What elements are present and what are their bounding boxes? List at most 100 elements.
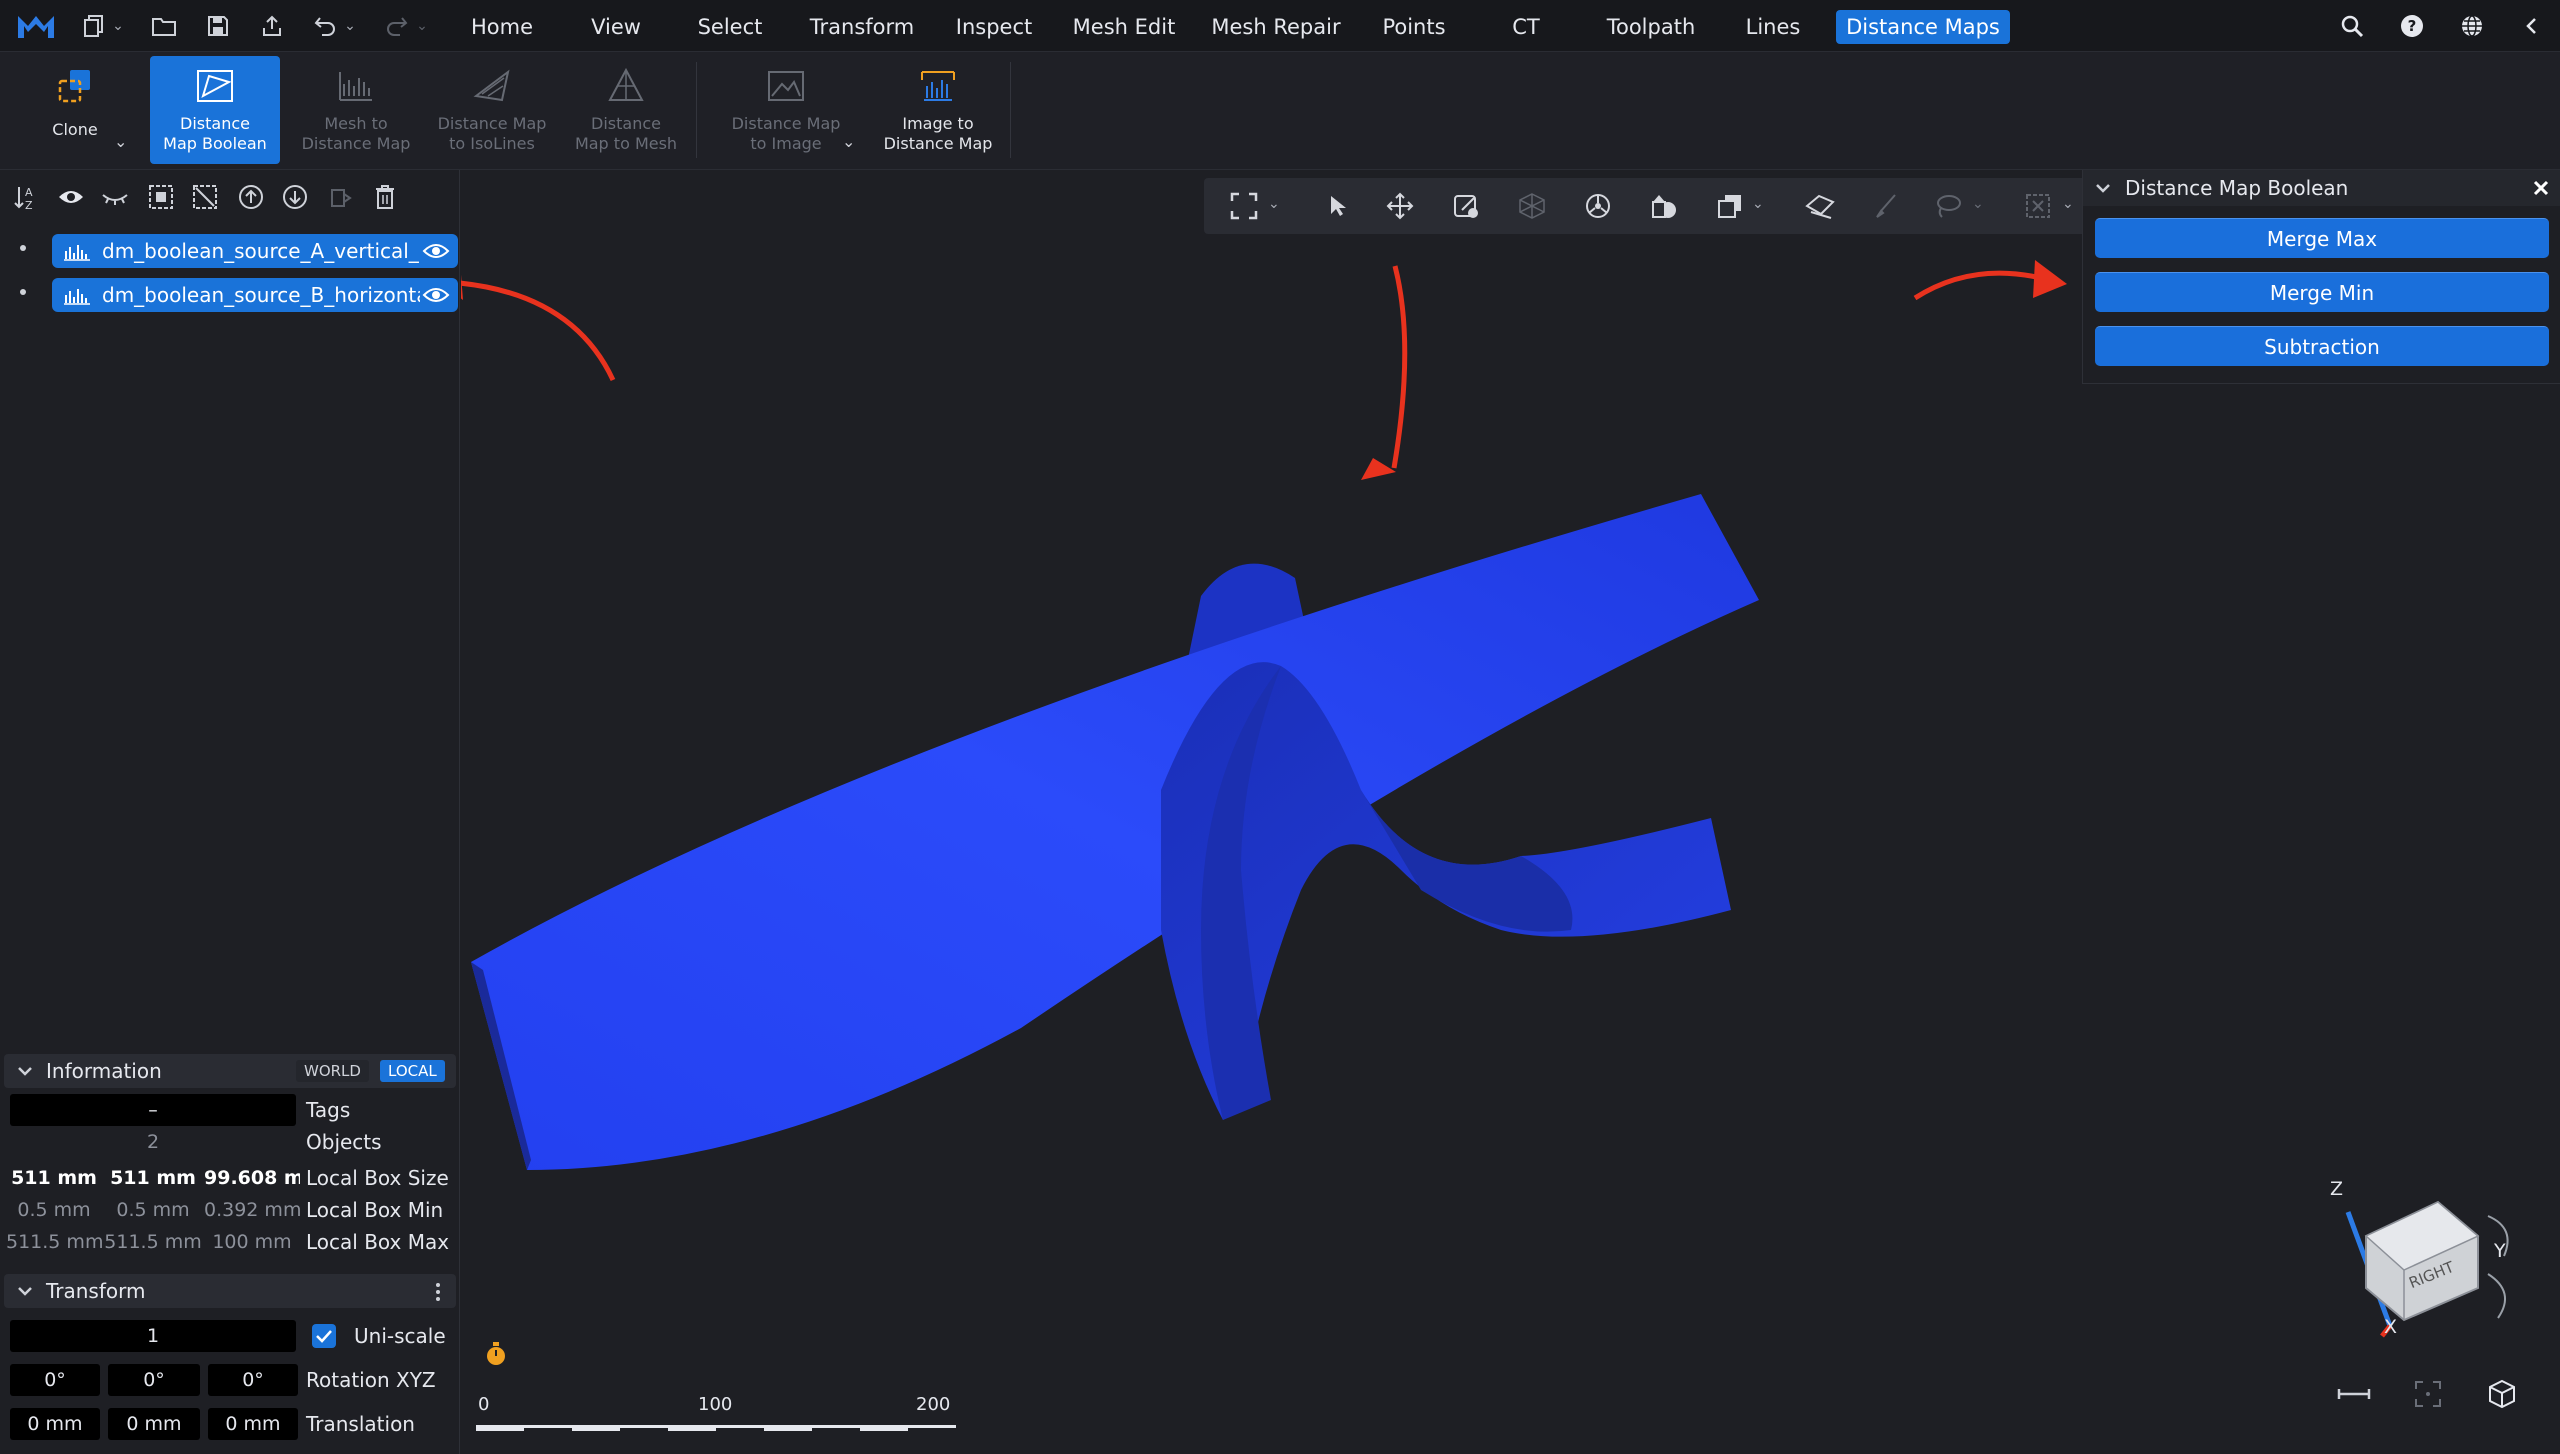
list-item[interactable]: dm_boolean_source_A_vertical_r bbox=[10, 234, 458, 268]
clone-label: Clone bbox=[52, 120, 98, 139]
new-dropdown-chevron-icon[interactable]: ⌄ bbox=[110, 16, 126, 36]
image-to-distance-map-button[interactable]: Image to Distance Map bbox=[874, 56, 1002, 164]
axis-z-label: Z bbox=[2330, 1178, 2344, 1200]
deselect-icon[interactable] bbox=[190, 182, 220, 212]
open-folder-icon[interactable] bbox=[148, 10, 180, 42]
help-icon[interactable]: ? bbox=[2396, 10, 2428, 42]
list-bullet bbox=[20, 245, 26, 251]
tags-field[interactable]: – bbox=[10, 1094, 296, 1126]
rotation-z-input[interactable]: 0° bbox=[208, 1364, 298, 1396]
tab-view[interactable]: View bbox=[580, 10, 652, 44]
distance-map-to-isolines-button[interactable]: Distance Map to IsoLines bbox=[430, 56, 554, 164]
hide-eye-closed-icon[interactable] bbox=[100, 182, 130, 212]
world-toggle[interactable]: WORLD bbox=[296, 1060, 369, 1082]
box-min-label: Local Box Min bbox=[306, 1198, 444, 1222]
distance-map-to-isolines-icon bbox=[470, 64, 514, 108]
undo-icon[interactable] bbox=[310, 10, 342, 42]
axis-x-label: X bbox=[2384, 1316, 2398, 1338]
svg-text:A: A bbox=[25, 186, 33, 199]
rotation-y-input[interactable]: 0° bbox=[108, 1364, 200, 1396]
search-icon[interactable] bbox=[2336, 10, 2368, 42]
undo-dropdown-chevron-icon[interactable]: ⌄ bbox=[342, 16, 358, 36]
rotation-x-input[interactable]: 0° bbox=[10, 1364, 100, 1396]
objects-count: 2 bbox=[146, 1131, 160, 1153]
object-item-source-b[interactable]: dm_boolean_source_B_horizonta bbox=[52, 278, 458, 312]
distance-map-to-image-button[interactable]: Distance Map to Image bbox=[722, 56, 850, 164]
visibility-eye-icon[interactable] bbox=[422, 284, 450, 306]
measure-ruler-icon[interactable] bbox=[2334, 1374, 2374, 1414]
translation-y-input[interactable]: 0 mm bbox=[108, 1408, 200, 1440]
visibility-eye-icon[interactable] bbox=[422, 240, 450, 262]
mesh-to-distance-map-label-1: Mesh to bbox=[324, 114, 388, 133]
tab-select[interactable]: Select bbox=[690, 10, 770, 44]
transform-title: Transform bbox=[46, 1279, 146, 1303]
export-icon[interactable] bbox=[256, 10, 288, 42]
scale-label-200: 200 bbox=[916, 1394, 951, 1415]
tab-mesh-repair[interactable]: Mesh Repair bbox=[1208, 10, 1344, 44]
distance-map-to-image-chevron-icon[interactable]: ⌄ bbox=[842, 132, 855, 151]
move-up-icon[interactable] bbox=[236, 182, 266, 212]
app-logo-icon[interactable] bbox=[16, 10, 56, 42]
tab-inspect[interactable]: Inspect bbox=[950, 10, 1038, 44]
duplicate-icon[interactable] bbox=[326, 182, 356, 212]
panel-header[interactable]: Distance Map Boolean bbox=[2083, 170, 2560, 206]
tab-lines[interactable]: Lines bbox=[1740, 10, 1806, 44]
information-title: Information bbox=[46, 1059, 162, 1083]
tab-home[interactable]: Home bbox=[462, 10, 542, 44]
sort-az-icon[interactable]: AZ bbox=[12, 182, 42, 212]
move-down-icon[interactable] bbox=[280, 182, 310, 212]
merge-max-button[interactable]: Merge Max bbox=[2095, 218, 2549, 258]
3d-cube-view-icon[interactable] bbox=[2482, 1374, 2522, 1414]
clone-button[interactable]: Clone ⌄ bbox=[20, 56, 130, 164]
redo-dropdown-chevron-icon[interactable]: ⌄ bbox=[414, 16, 430, 36]
information-header[interactable]: Information WORLD LOCAL bbox=[4, 1054, 456, 1088]
scale-input[interactable]: 1 bbox=[10, 1320, 296, 1352]
redo-icon[interactable] bbox=[380, 10, 412, 42]
tab-mesh-edit[interactable]: Mesh Edit bbox=[1066, 10, 1182, 44]
checkmark-icon bbox=[316, 1330, 332, 1343]
transform-header[interactable]: Transform bbox=[4, 1274, 456, 1308]
chevron-down-icon[interactable] bbox=[2095, 180, 2111, 196]
close-icon[interactable] bbox=[2531, 178, 2551, 198]
clone-chevron-icon[interactable]: ⌄ bbox=[114, 132, 127, 151]
box-max-x: 511.5 mm bbox=[6, 1231, 102, 1253]
mesh-to-distance-map-button[interactable]: Mesh to Distance Map bbox=[296, 56, 416, 164]
distance-map-boolean-icon bbox=[193, 64, 237, 108]
distance-map-to-mesh-icon bbox=[604, 64, 648, 108]
collapse-icon[interactable] bbox=[2516, 10, 2548, 42]
object-item-source-a[interactable]: dm_boolean_source_A_vertical_r bbox=[52, 234, 458, 268]
tab-points[interactable]: Points bbox=[1374, 10, 1454, 44]
tab-distance-maps[interactable]: Distance Maps bbox=[1836, 10, 2010, 44]
more-options-icon[interactable] bbox=[434, 1282, 442, 1302]
ribbon-separator bbox=[1010, 62, 1011, 158]
uniscale-checkbox[interactable] bbox=[312, 1324, 336, 1348]
new-file-icon[interactable] bbox=[78, 10, 110, 42]
ribbon-toolbar: Clone ⌄ Distance Map Boolean Mesh to Dis… bbox=[0, 52, 2560, 170]
tab-transform[interactable]: Transform bbox=[804, 10, 920, 44]
distance-map-to-mesh-button[interactable]: Distance Map to Mesh bbox=[568, 56, 684, 164]
mesh-to-distance-map-icon bbox=[334, 64, 378, 108]
select-all-icon[interactable] bbox=[146, 182, 176, 212]
delete-icon[interactable] bbox=[370, 182, 400, 212]
clone-icon bbox=[53, 64, 97, 108]
tab-toolpath[interactable]: Toolpath bbox=[1600, 10, 1702, 44]
globe-icon[interactable] bbox=[2456, 10, 2488, 42]
focus-corners-icon[interactable] bbox=[2408, 1374, 2448, 1414]
local-toggle[interactable]: LOCAL bbox=[380, 1060, 445, 1082]
merge-min-button[interactable]: Merge Min bbox=[2095, 272, 2549, 312]
distance-map-object-icon bbox=[62, 241, 92, 261]
distance-map-boolean-button[interactable]: Distance Map Boolean bbox=[150, 56, 280, 164]
image-to-distance-map-label-1: Image to bbox=[902, 114, 974, 133]
translation-x-input[interactable]: 0 mm bbox=[10, 1408, 100, 1440]
subtraction-button[interactable]: Subtraction bbox=[2095, 326, 2549, 366]
timer-icon[interactable] bbox=[483, 1340, 509, 1368]
show-eye-icon[interactable] bbox=[56, 182, 86, 212]
list-bullet bbox=[20, 289, 26, 295]
save-icon[interactable] bbox=[202, 10, 234, 42]
mesh-to-distance-map-label-2: Distance Map bbox=[301, 134, 411, 153]
panel-title: Distance Map Boolean bbox=[2125, 176, 2349, 200]
translation-z-input[interactable]: 0 mm bbox=[208, 1408, 298, 1440]
view-cube-gizmo[interactable]: RIGHT Z Y X bbox=[2318, 1170, 2538, 1340]
tab-ct[interactable]: CT bbox=[1506, 10, 1546, 44]
list-item[interactable]: dm_boolean_source_B_horizonta bbox=[10, 278, 458, 312]
